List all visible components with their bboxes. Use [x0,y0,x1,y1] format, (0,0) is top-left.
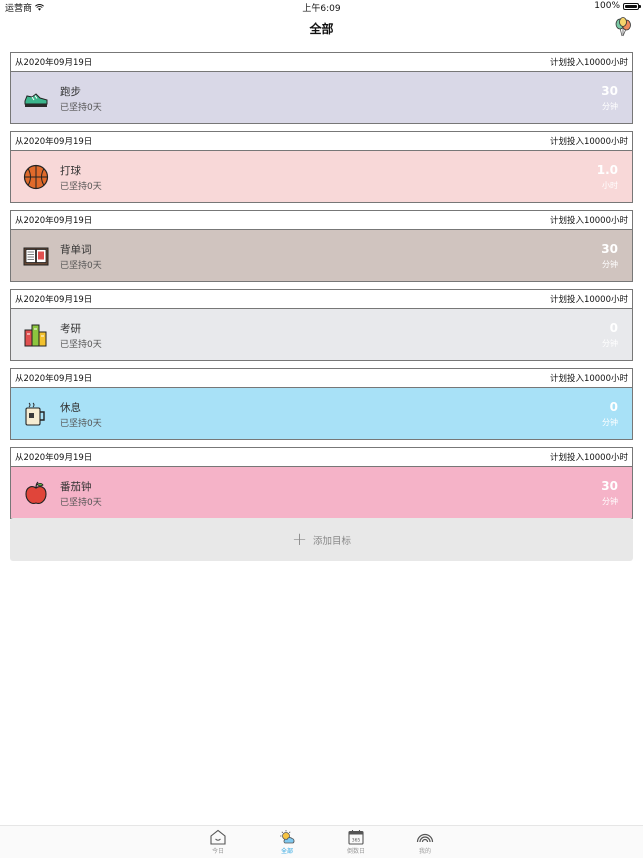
tab-countdown[interactable]: 365 倒数日 [336,829,376,855]
goal-card-exam[interactable]: 从2020年09月19日 计划投入10000小时 考研 已坚持0天 0 分钟 [10,289,633,361]
goal-unit: 分钟 [602,497,618,506]
calendar-365-icon: 365 [348,830,364,845]
goal-card-running[interactable]: 从2020年09月19日 计划投入10000小时 跑步 已坚持0天 30 分钟 [10,52,633,124]
tab-today[interactable]: 今日 [198,829,238,855]
goal-value: 30 [601,242,618,256]
start-date: 从2020年09月19日 [15,137,93,147]
tab-label: 我的 [418,848,431,855]
goal-days: 已坚持0天 [60,419,102,429]
planned-hours: 计划投入10000小时 [549,137,628,147]
goal-list: 从2020年09月19日 计划投入10000小时 跑步 已坚持0天 30 分钟 … [10,52,633,526]
home-icon [210,829,226,845]
sun-cloud-icon [280,830,295,844]
tab-label: 倒数日 [346,848,365,855]
status-time: 上午6:09 [302,4,341,14]
start-date: 从2020年09月19日 [15,374,93,384]
page-title: 全部 [309,22,334,36]
planned-hours: 计划投入10000小时 [549,374,628,384]
tab-mine[interactable]: 我的 [405,829,445,855]
tab-bar: 今日 全部 365 倒数日 我的 [0,825,643,858]
card-body[interactable]: 番茄钟 已坚持0天 30 分钟 [11,467,632,518]
balloons-icon[interactable] [613,17,633,37]
books-icon [24,324,47,347]
add-goal-button[interactable]: + 添加目标 [10,518,633,561]
goal-value: 0 [609,321,618,335]
plus-icon: + [291,528,308,550]
battery-status: 100% [594,1,641,11]
card-body[interactable]: 休息 已坚持0天 0 分钟 [11,388,632,439]
planned-hours: 计划投入10000小时 [549,58,628,68]
card-header: 从2020年09月19日 计划投入10000小时 [11,448,632,467]
goal-card-pomodoro[interactable]: 从2020年09月19日 计划投入10000小时 番茄钟 已坚持0天 30 分钟 [10,447,633,519]
status-bar: 运营商 上午6:09 100% [0,0,643,14]
goal-value: 30 [601,84,618,98]
start-date: 从2020年09月19日 [15,295,93,305]
card-body[interactable]: 跑步 已坚持0天 30 分钟 [11,72,632,123]
goal-days: 已坚持0天 [60,261,102,271]
card-body[interactable]: 背单词 已坚持0天 30 分钟 [11,230,632,281]
goal-card-ball[interactable]: 从2020年09月19日 计划投入10000小时 打球 已坚持0天 1.0 小时 [10,131,633,203]
card-body[interactable]: 考研 已坚持0天 0 分钟 [11,309,632,360]
tab-all[interactable]: 全部 [267,829,307,855]
goal-name: 打球 [60,165,81,177]
battery-icon [623,2,641,10]
goal-name: 背单词 [60,244,92,256]
card-header: 从2020年09月19日 计划投入10000小时 [11,53,632,72]
goal-unit: 分钟 [602,418,618,427]
battery-percent: 100% [594,1,620,11]
goal-unit: 分钟 [602,339,618,348]
goal-days: 已坚持0天 [60,340,102,350]
goal-value: 30 [601,479,618,493]
card-header: 从2020年09月19日 计划投入10000小时 [11,369,632,388]
card-body[interactable]: 打球 已坚持0天 1.0 小时 [11,151,632,202]
goal-card-rest[interactable]: 从2020年09月19日 计划投入10000小时 休息 已坚持0天 0 分钟 [10,368,633,440]
start-date: 从2020年09月19日 [15,58,93,68]
goal-value: 1.0 [596,163,618,177]
goal-days: 已坚持0天 [60,103,102,113]
goal-value: 0 [609,400,618,414]
goal-card-vocab[interactable]: 从2020年09月19日 计划投入10000小时 背单词 已坚持0天 30 分钟 [10,210,633,282]
apple-icon [25,481,47,504]
goal-name: 考研 [60,323,81,335]
card-header: 从2020年09月19日 计划投入10000小时 [11,211,632,230]
goal-name: 番茄钟 [60,481,92,493]
goal-days: 已坚持0天 [60,498,102,508]
add-goal-label: 添加目标 [313,535,352,547]
tab-label: 全部 [280,848,293,855]
start-date: 从2020年09月19日 [15,453,93,463]
planned-hours: 计划投入10000小时 [549,295,628,305]
card-header: 从2020年09月19日 计划投入10000小时 [11,290,632,309]
goal-unit: 小时 [602,181,618,190]
card-header: 从2020年09月19日 计划投入10000小时 [11,132,632,151]
goal-unit: 分钟 [602,102,618,111]
goal-name: 跑步 [60,86,81,98]
svg-text:365: 365 [352,838,361,844]
basketball-icon [23,164,49,190]
coffee-mug-icon [25,402,45,426]
goal-name: 休息 [60,402,81,414]
start-date: 从2020年09月19日 [15,216,93,226]
planned-hours: 计划投入10000小时 [549,216,628,226]
book-icon [23,247,49,266]
planned-hours: 计划投入10000小时 [549,453,628,463]
rainbow-icon [416,833,434,843]
goal-days: 已坚持0天 [60,182,102,192]
goal-unit: 分钟 [602,260,618,269]
tab-label: 今日 [211,848,224,855]
sneaker-icon [24,93,48,107]
